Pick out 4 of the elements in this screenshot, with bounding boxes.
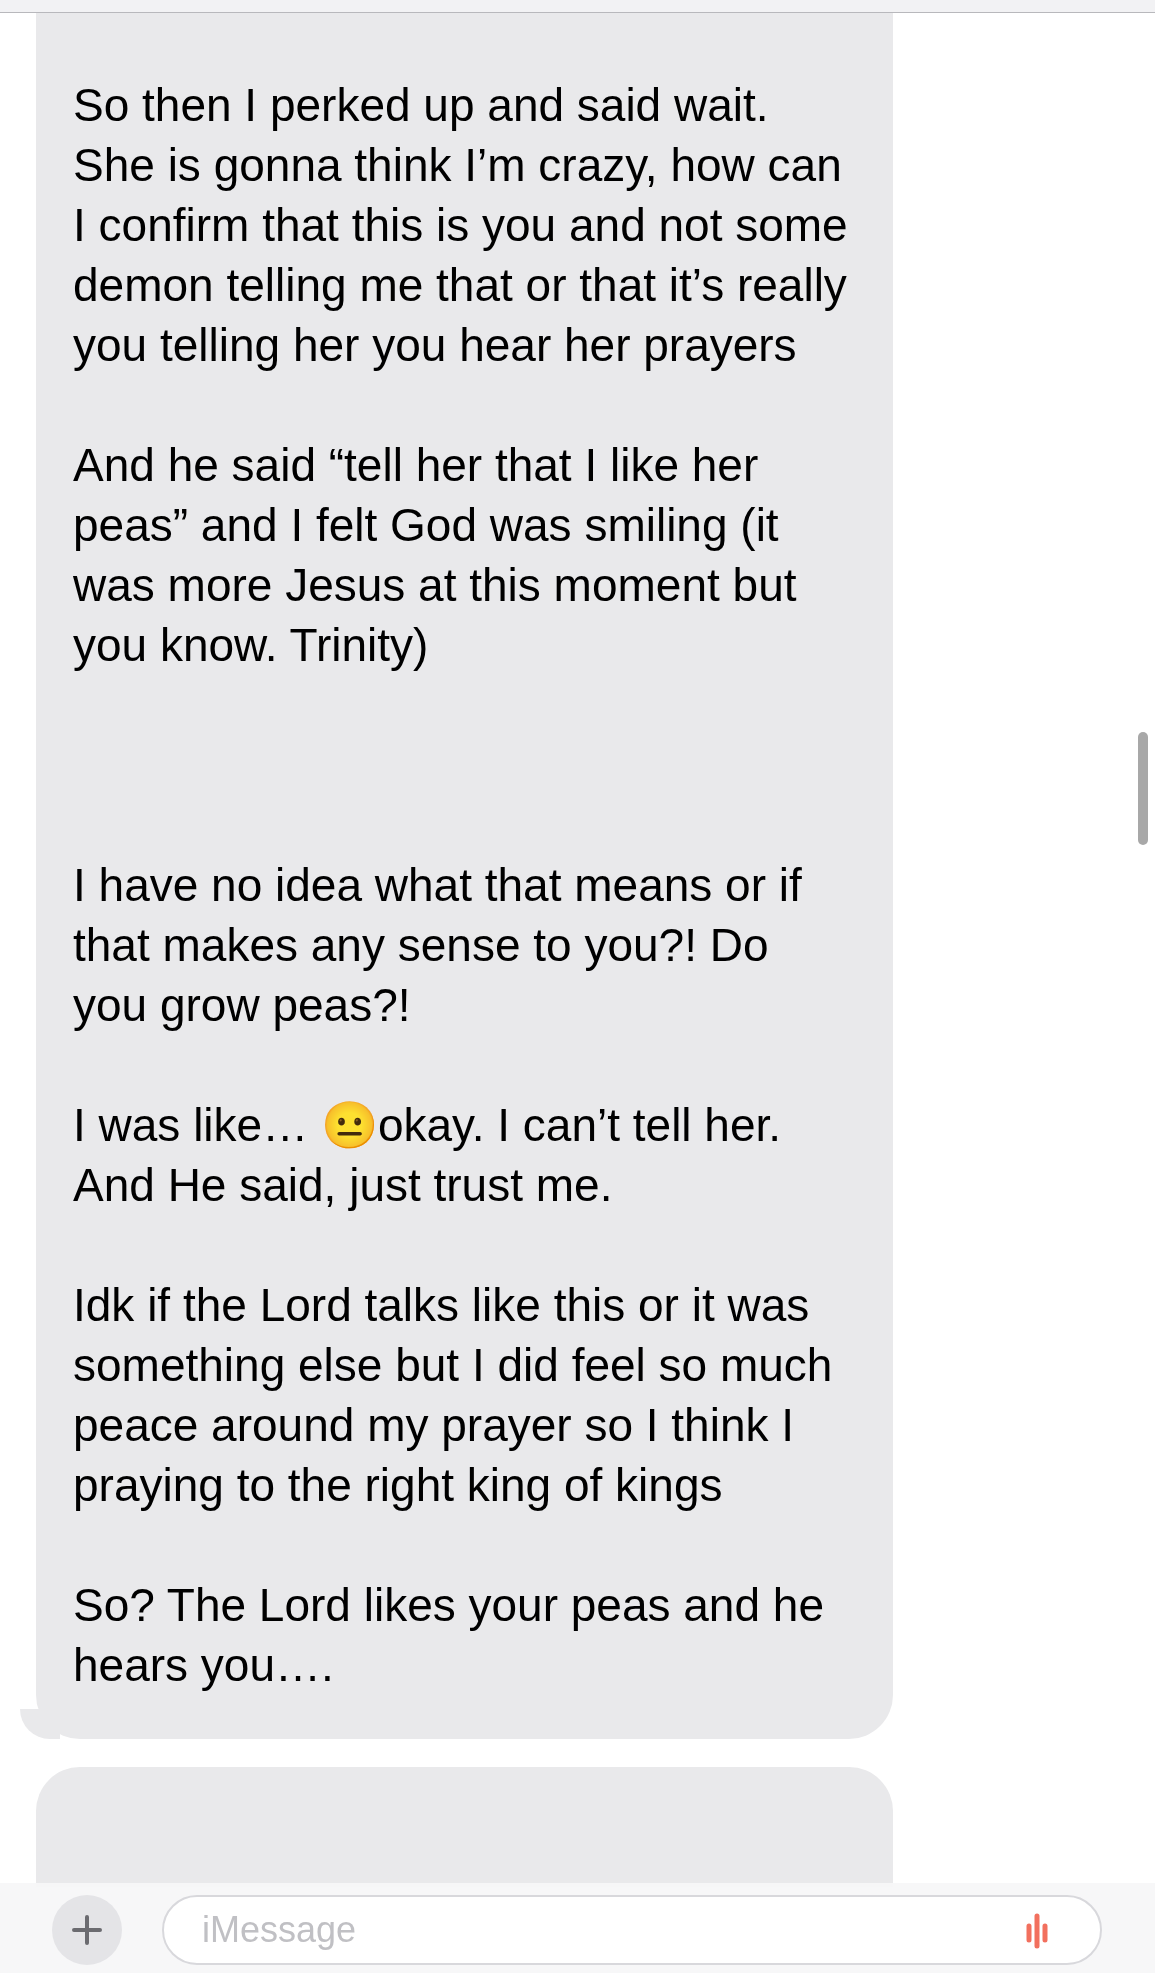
scrollbar[interactable] (1138, 732, 1148, 845)
message-field[interactable]: iMessage (162, 1895, 1102, 1965)
plus-icon (72, 1915, 102, 1945)
message-text: So then I perked up and said wait. She is gonna think I’m crazy, how can I confirm that this is you and not some demon telling me that or that it’s really you telling her you hear her prayers And he said “tell her that I like her peas” and I felt God was smiling (it was more Jesus at this moment but you know. Trinity) I have no idea what that means or if that makes any sense to you?! Do you grow peas?! I was like… 😐okay. I can’t tell her. And He said, just trust me. Idk if the Lord talks like this or it was something else but I did feel so much peace around my prayer so I think I praying to the right king of kings So? The Lord likes your peas and he hears you…. (73, 78, 848, 1693)
